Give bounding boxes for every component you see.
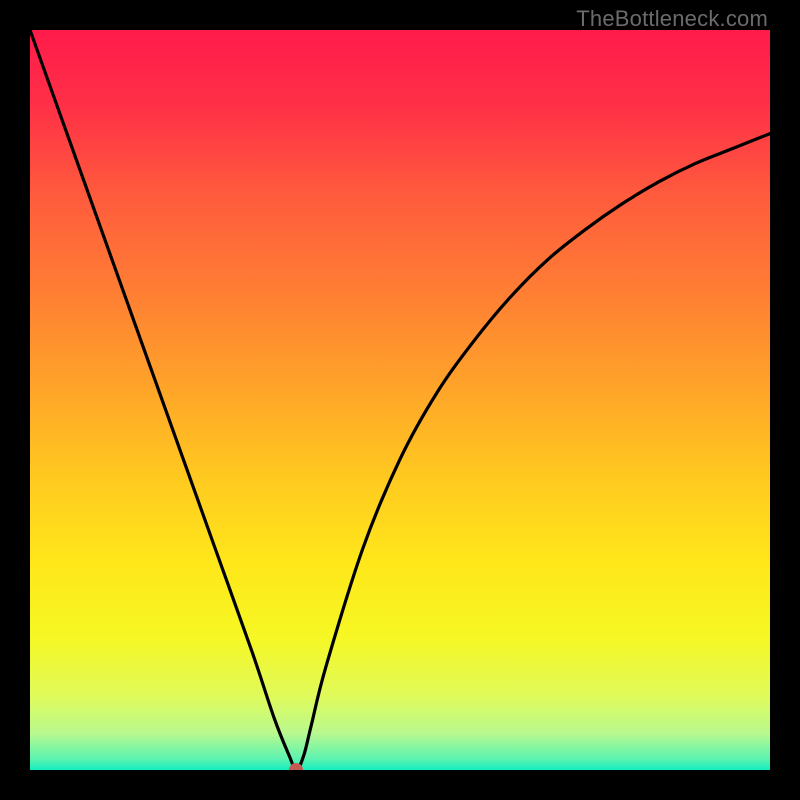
plot-area: [30, 30, 770, 770]
optimal-point-marker: [289, 763, 303, 770]
bottleneck-curve: [30, 30, 770, 770]
chart-frame: TheBottleneck.com: [0, 0, 800, 800]
watermark-text: TheBottleneck.com: [576, 6, 768, 32]
